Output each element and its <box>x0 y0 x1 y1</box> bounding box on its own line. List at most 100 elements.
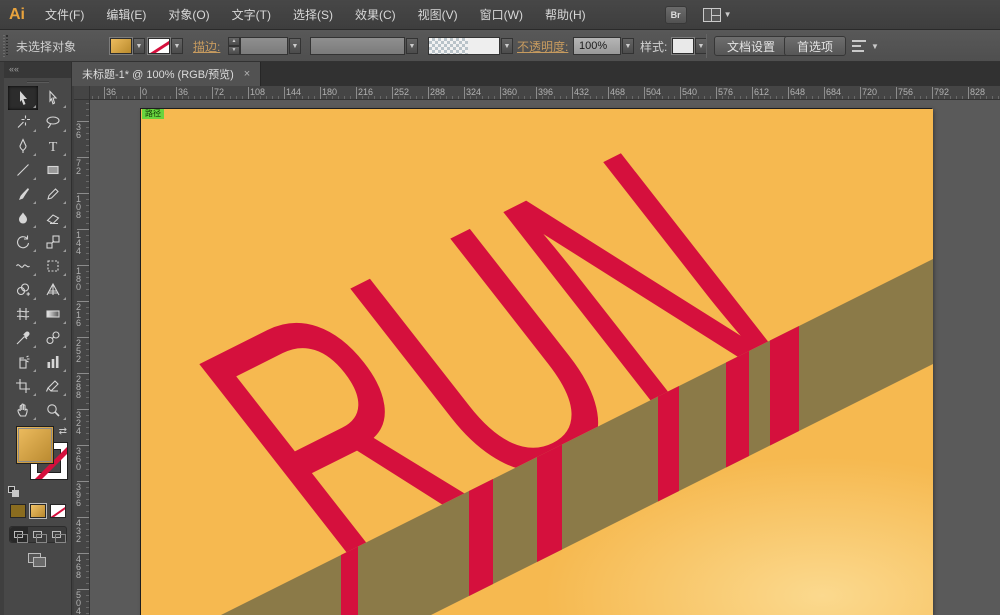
menu-item[interactable]: 文字(T) <box>221 0 282 29</box>
menu-item[interactable]: 编辑(E) <box>95 0 157 29</box>
rotate-tool[interactable] <box>8 230 38 254</box>
panel-drag-grip[interactable] <box>4 78 71 86</box>
vertical-ruler[interactable]: 3 6 7 2 1 0 8 1 4 4 1 8 0 2 1 6 2 5 2 2 8 8 3 2 … <box>74 100 90 615</box>
gradient-button[interactable] <box>28 503 47 519</box>
paintbrush-icon <box>18 188 29 200</box>
variable-width-profile-field[interactable] <box>310 37 405 55</box>
line-segment-tool[interactable] <box>8 158 38 182</box>
mesh-tool[interactable] <box>8 302 38 326</box>
zoom-tool[interactable] <box>38 398 68 422</box>
opacity-panel-link[interactable]: 不透明度: <box>517 38 568 55</box>
draw-normal-button[interactable] <box>9 527 29 543</box>
opacity-field[interactable]: 100% <box>573 37 621 55</box>
document-tab[interactable]: 未标题-1* @ 100% (RGB/预览) × <box>72 62 262 86</box>
blend-tool[interactable] <box>38 326 68 350</box>
lasso-icon <box>45 116 60 129</box>
eyedropper-tool[interactable] <box>8 326 38 350</box>
slice-tool[interactable] <box>38 374 68 398</box>
hand-tool[interactable] <box>8 398 38 422</box>
ruler-tick <box>896 87 897 99</box>
selection-tool[interactable] <box>7 86 38 110</box>
workspace-switcher[interactable]: ▼ <box>702 7 732 22</box>
align-options[interactable]: ▼ <box>852 30 879 62</box>
separator <box>706 34 707 58</box>
ruler-label: 4 3 2 <box>76 518 82 544</box>
rotate-icon <box>16 235 29 249</box>
chevron-down-icon: ▼ <box>723 10 732 19</box>
pen-tool[interactable] <box>8 134 38 158</box>
ruler-label: 576 <box>718 87 734 97</box>
direct-selection-tool[interactable] <box>38 86 68 110</box>
magic-wand-tool[interactable] <box>8 110 38 134</box>
draw-behind-button[interactable] <box>28 527 47 543</box>
perspective-grid-icon <box>46 282 59 296</box>
type-tool[interactable]: T <box>38 134 68 158</box>
style-swatch[interactable] <box>671 37 695 55</box>
bridge-button[interactable]: Br <box>664 5 687 24</box>
ruler-tick <box>680 87 681 99</box>
stroke-color-dropdown[interactable]: ▼ <box>171 38 183 54</box>
default-fill-stroke-icon[interactable] <box>8 486 20 498</box>
draw-inside-button[interactable] <box>47 527 66 543</box>
menu-item[interactable]: 效果(C) <box>344 0 407 29</box>
menu-item[interactable]: 视图(V) <box>407 0 469 29</box>
eraser-icon <box>46 214 59 225</box>
swap-fill-stroke-icon[interactable]: ⇄ <box>59 426 67 437</box>
ruler-tick <box>356 87 357 99</box>
fill-stroke-indicator: ⇄ <box>4 426 71 497</box>
menu-item[interactable]: 窗口(W) <box>469 0 534 29</box>
brush-definition-field[interactable] <box>428 37 500 55</box>
close-icon[interactable]: × <box>244 68 250 80</box>
menu-items: 文件(F) 编辑(E) 对象(O) 文字(T) 选择(S) 效果(C) 视图(V) 窗口(W)… <box>34 0 597 29</box>
opacity-dropdown[interactable]: ▼ <box>622 38 634 54</box>
free-transform-tool[interactable] <box>38 254 68 278</box>
ruler-tick <box>320 87 321 99</box>
color-button[interactable] <box>9 504 26 518</box>
menu-item[interactable]: 文件(F) <box>34 0 95 29</box>
menu-item[interactable]: 对象(O) <box>157 0 220 29</box>
stroke-color-swatch[interactable] <box>147 37 171 55</box>
perspective-grid-tool[interactable] <box>38 278 68 302</box>
lasso-tool[interactable] <box>38 110 68 134</box>
artboard[interactable]: 路径 RUN <box>140 108 933 615</box>
gradient-tool[interactable] <box>38 302 68 326</box>
fill-color-swatch[interactable] <box>109 37 133 55</box>
pencil-tool[interactable] <box>38 182 68 206</box>
blob-brush-tool[interactable] <box>8 206 38 230</box>
column-graph-tool[interactable] <box>38 350 68 374</box>
ruler-corner[interactable] <box>74 86 90 100</box>
horizontal-ruler[interactable]: 36 0 36 72 108 144 180 216 252 288 324 360 396 432 468… <box>90 86 1000 100</box>
shape-builder-tool[interactable] <box>8 278 38 302</box>
menu-bar: Ai 文件(F) 编辑(E) 对象(O) 文字(T) 选择(S) 效果(C) 视图(V) 窗口… <box>0 0 1000 30</box>
brush-definition-dropdown[interactable]: ▼ <box>501 38 513 54</box>
variable-width-profile-dropdown[interactable]: ▼ <box>406 38 418 54</box>
none-button[interactable] <box>49 504 66 518</box>
ruler-label: 756 <box>898 87 914 97</box>
document-setup-button[interactable]: 文档设置 <box>714 36 789 56</box>
screen-mode-button[interactable] <box>27 553 48 568</box>
eraser-tool[interactable] <box>38 206 68 230</box>
width-tool[interactable] <box>8 254 38 278</box>
stroke-weight-field[interactable] <box>240 37 288 55</box>
pasteboard[interactable]: 路径 RUN <box>90 100 1000 615</box>
panel-collapse-button[interactable]: «« <box>4 62 71 78</box>
letter-extrusion-stripe <box>537 444 562 562</box>
rectangle-tool[interactable] <box>38 158 68 182</box>
artboard-tool[interactable] <box>8 374 38 398</box>
stroke-weight-stepper[interactable]: ▲ ▼ <box>228 37 240 55</box>
paintbrush-tool[interactable] <box>8 182 38 206</box>
ruler-label: 612 <box>754 87 770 97</box>
line-segment-icon <box>16 164 29 176</box>
stroke-weight-dropdown[interactable]: ▼ <box>289 38 301 54</box>
preferences-button[interactable]: 首选项 <box>784 36 847 56</box>
menu-item[interactable]: 帮助(H) <box>534 0 597 29</box>
app-logo: Ai <box>9 5 25 23</box>
fill-color-dropdown[interactable]: ▼ <box>133 38 145 54</box>
stroke-panel-link[interactable]: 描边: <box>193 38 220 55</box>
panel-grip[interactable] <box>3 35 8 57</box>
fill-indicator[interactable] <box>16 426 54 464</box>
scale-tool[interactable] <box>38 230 68 254</box>
ruler-label: 7 2 <box>76 158 82 176</box>
menu-item[interactable]: 选择(S) <box>282 0 344 29</box>
symbol-sprayer-tool[interactable] <box>8 350 38 374</box>
